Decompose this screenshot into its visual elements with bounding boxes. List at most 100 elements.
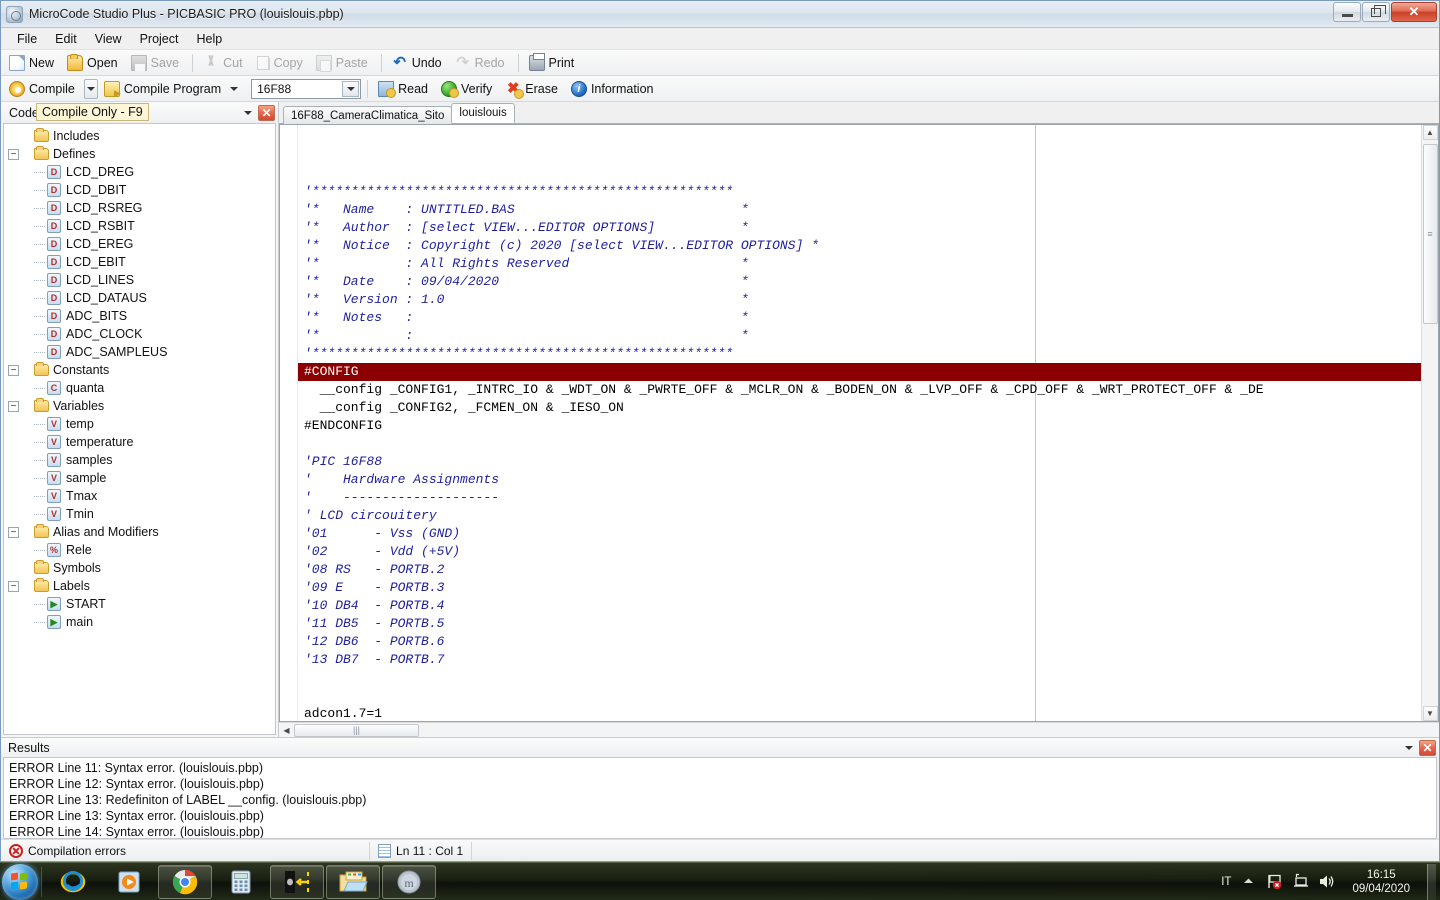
code-explorer-tree[interactable]: Includes−DefinesDLCD_DREGDLCD_DBITDLCD_R… <box>3 123 276 735</box>
tree-item[interactable]: DLCD_EBIT <box>4 253 275 271</box>
restore-button[interactable] <box>1362 2 1390 22</box>
erase-button[interactable]: ✖ Erase <box>501 78 565 100</box>
tree-item[interactable]: ▶START <box>4 595 275 613</box>
read-button[interactable]: Read <box>374 78 435 100</box>
tree-folder[interactable]: −Constants <box>4 361 275 379</box>
result-row[interactable]: ERROR Line 13: Syntax error. (louislouis… <box>4 808 1436 824</box>
tree-folder[interactable]: −Variables <box>4 397 275 415</box>
taskbar-google-chrome[interactable] <box>158 865 212 899</box>
tree-item[interactable]: Vtemperature <box>4 433 275 451</box>
tree-item[interactable]: VTmin <box>4 505 275 523</box>
open-button[interactable]: Open <box>63 52 125 74</box>
device-select[interactable]: 16F88 <box>251 79 361 99</box>
editor-horizontal-scrollbar[interactable]: ◀ ||| <box>279 722 1439 737</box>
tray-language-indicator[interactable]: IT <box>1221 876 1231 888</box>
print-button[interactable]: Print <box>525 52 582 74</box>
tree-folder[interactable]: −Labels <box>4 577 275 595</box>
tree-item[interactable]: DLCD_DBIT <box>4 181 275 199</box>
show-desktop-button[interactable] <box>1427 864 1436 900</box>
minimize-button[interactable] <box>1333 2 1361 22</box>
tree-folder[interactable]: Symbols <box>4 559 275 577</box>
taskbar-clock[interactable]: 16:15 09/04/2020 <box>1344 868 1418 896</box>
menu-help[interactable]: Help <box>187 30 231 48</box>
information-button[interactable]: i Information <box>567 78 661 100</box>
undo-button[interactable]: ↶ Undo <box>388 52 449 74</box>
collapse-icon[interactable]: − <box>8 581 19 592</box>
compile-dropdown-button[interactable] <box>84 79 98 99</box>
collapse-icon[interactable]: − <box>8 527 19 538</box>
tree-item[interactable]: DADC_CLOCK <box>4 325 275 343</box>
tree-item[interactable]: Cquanta <box>4 379 275 397</box>
taskbar-media-player[interactable] <box>102 865 156 899</box>
code-panel-close-button[interactable]: ✕ <box>258 105 275 121</box>
scroll-up-button[interactable]: ▲ <box>1423 125 1438 140</box>
tree-item[interactable]: VTmax <box>4 487 275 505</box>
editor-tab[interactable]: 16F88_CameraClimatica_Sito <box>283 106 452 124</box>
paste-button[interactable]: Paste <box>312 52 375 74</box>
editor-tab[interactable]: louislouis <box>451 103 514 123</box>
collapse-icon[interactable]: − <box>8 401 19 412</box>
save-button[interactable]: Save <box>127 52 187 74</box>
start-button[interactable] <box>2 864 38 900</box>
editor-vertical-scrollbar[interactable]: ▲ ≡ ▼ <box>1421 125 1438 721</box>
tree-item[interactable]: Vtemp <box>4 415 275 433</box>
tree-item[interactable]: DLCD_RSBIT <box>4 217 275 235</box>
collapse-icon[interactable]: − <box>8 365 19 376</box>
tree-item[interactable]: DLCD_DATAUS <box>4 289 275 307</box>
cut-button[interactable]: Cut <box>199 52 249 74</box>
result-row[interactable]: ERROR Line 13: Redefiniton of LABEL __co… <box>4 792 1436 808</box>
tree-item[interactable]: DLCD_DREG <box>4 163 275 181</box>
chevron-up-icon[interactable] <box>1240 873 1257 890</box>
tree-item[interactable]: %Rele <box>4 541 275 559</box>
taskbar-microcode-studio[interactable] <box>270 865 324 899</box>
tree-item[interactable]: DLCD_EREG <box>4 235 275 253</box>
network-icon[interactable] <box>1292 873 1309 890</box>
taskbar-mikroe[interactable]: m <box>382 865 436 899</box>
menu-view[interactable]: View <box>86 30 131 48</box>
tree-item[interactable]: Vsample <box>4 469 275 487</box>
results-list[interactable]: ERROR Line 11: Syntax error. (louislouis… <box>3 757 1437 839</box>
menu-edit[interactable]: Edit <box>46 30 86 48</box>
copy-button-label: Copy <box>274 56 303 70</box>
collapse-icon[interactable]: − <box>8 149 19 160</box>
hscroll-thumb[interactable]: ||| <box>294 724 419 737</box>
editor-tabstrip[interactable]: 16F88_CameraClimatica_Sitolouislouis <box>279 102 1439 124</box>
volume-icon[interactable] <box>1318 873 1335 890</box>
new-button[interactable]: New <box>5 52 61 74</box>
verify-button[interactable]: Verify <box>437 78 499 100</box>
vscroll-thumb[interactable]: ≡ <box>1423 144 1438 324</box>
taskbar-calculator[interactable] <box>214 865 268 899</box>
tree-item[interactable]: DLCD_RSREG <box>4 199 275 217</box>
menu-file[interactable]: File <box>8 30 46 48</box>
results-close-button[interactable]: ✕ <box>1419 740 1436 756</box>
scroll-down-button[interactable]: ▼ <box>1423 706 1438 721</box>
tree-item[interactable]: DLCD_LINES <box>4 271 275 289</box>
tree-folder[interactable]: −Alias and Modifiers <box>4 523 275 541</box>
redo-button[interactable]: ↷ Redo <box>451 52 512 74</box>
taskbar-internet-explorer[interactable] <box>46 865 100 899</box>
tree-item[interactable]: ▶main <box>4 613 275 631</box>
taskbar-file-explorer[interactable] <box>326 865 380 899</box>
result-row[interactable]: ERROR Line 14: Syntax error. (louislouis… <box>4 824 1436 839</box>
tree-item[interactable]: DADC_BITS <box>4 307 275 325</box>
tree-folder[interactable]: Includes <box>4 127 275 145</box>
tree-item[interactable]: DADC_SAMPLEUS <box>4 343 275 361</box>
code-panel-menu-button[interactable] <box>241 111 255 115</box>
code-explorer-panel: Code Compile Only - F9 ✕ Includes−Define… <box>1 102 279 737</box>
result-row[interactable]: ERROR Line 12: Syntax error. (louislouis… <box>4 776 1436 792</box>
flag-alert-icon[interactable] <box>1266 873 1283 890</box>
device-select-arrow[interactable] <box>342 81 359 97</box>
code-editor[interactable]: '***************************************… <box>298 125 1421 721</box>
menu-project[interactable]: Project <box>131 30 188 48</box>
compile-program-button[interactable]: Compile Program <box>100 78 245 100</box>
result-row[interactable]: ERROR Line 11: Syntax error. (louislouis… <box>4 760 1436 776</box>
tree-folder[interactable]: −Defines <box>4 145 275 163</box>
tree-item[interactable]: Vsamples <box>4 451 275 469</box>
vscroll-track[interactable]: ≡ <box>1423 140 1438 706</box>
window-titlebar: MicroCode Studio Plus - PICBASIC PRO (lo… <box>1 1 1439 28</box>
compile-button[interactable]: Compile <box>5 78 82 100</box>
results-menu-button[interactable] <box>1402 746 1416 750</box>
close-button[interactable]: ✕ <box>1391 2 1437 22</box>
copy-button[interactable]: Copy <box>252 53 310 73</box>
scroll-left-button[interactable]: ◀ <box>279 723 294 738</box>
